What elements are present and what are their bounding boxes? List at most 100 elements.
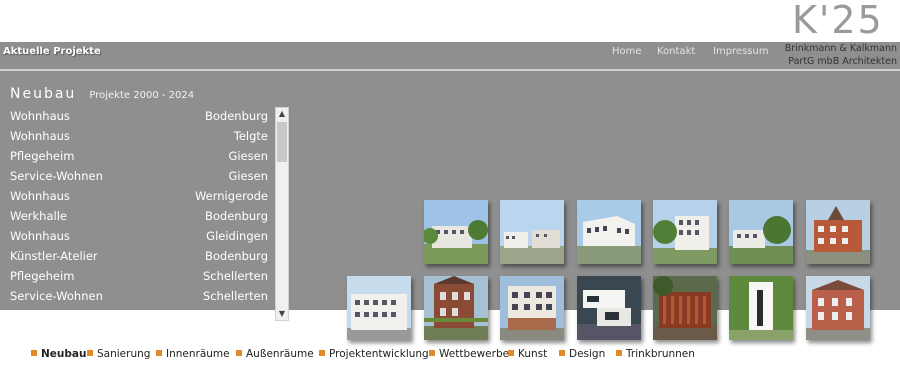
top-bar: Aktuelle Projekte Home Kontakt Impressum… [0,42,900,69]
project-thumbnail[interactable] [653,200,717,264]
project-photo [577,200,641,264]
category-label: Kunst [518,348,548,360]
project-city: Giesen [228,169,268,183]
category-trinkbrunnen[interactable]: Trinkbrunnen [616,348,695,360]
project-list-item[interactable]: Künstler-Atelier Bodenburg [0,247,270,267]
project-photo [424,200,488,264]
project-photo [577,276,641,340]
project-list-item[interactable]: Pflegeheim Giesen [0,147,270,167]
nav-home-link[interactable]: Home [612,46,642,57]
project-photo [653,200,717,264]
nav-kontakt-link[interactable]: Kontakt [657,46,695,57]
category-innenraeume[interactable]: Innenräume [156,348,230,360]
project-type: Pflegeheim [10,149,75,163]
project-type: Wohnhaus [10,229,70,243]
project-thumbnail[interactable] [806,200,870,264]
project-thumbnail[interactable] [424,200,488,264]
scroll-thumb[interactable] [277,122,287,162]
category-label: Design [569,348,606,360]
project-type: Service-Wohnen [10,289,103,303]
project-list-item[interactable]: Wohnhaus Bodenburg [0,107,270,127]
project-city: Schellerten [202,289,268,303]
project-list-scrollbar[interactable]: ▲ ▼ [275,107,289,321]
project-city: Giesen [228,149,268,163]
bullet-square-icon [508,350,514,356]
project-city: Wernigerode [194,189,268,203]
project-city: Telgte [233,129,268,143]
project-thumbnail[interactable] [653,276,717,340]
project-list-item[interactable]: Wohnhaus Telgte [0,127,270,147]
main-panel: Neubau Projekte 2000 - 2024 Wohnhaus Bod… [0,71,900,321]
category-menu: Neubau Sanierung Innenräume Außenräume P… [0,348,900,368]
firm-name-line2: PartG mbB Architekten [788,56,897,67]
category-label: Innenräume [166,348,230,360]
category-sanierung[interactable]: Sanierung [87,348,150,360]
project-thumbnail[interactable] [806,276,870,340]
nav-impressum-link[interactable]: Impressum [713,46,769,57]
category-label: Wettbewerbe [439,348,510,360]
project-photo [424,276,488,340]
section-title: Neubau [10,86,77,102]
category-neubau[interactable]: Neubau [31,348,86,360]
project-type: Werkhalle [10,209,67,223]
logo[interactable]: K'25 [792,0,900,40]
project-city: Bodenburg [204,209,268,223]
bullet-square-icon [156,350,162,356]
bullet-square-icon [559,350,565,356]
project-type: Pflegeheim [10,269,75,283]
project-thumbnail[interactable] [347,276,411,340]
project-thumbnail[interactable] [424,276,488,340]
page-title: Aktuelle Projekte [3,46,101,57]
project-city: Bodenburg [204,249,268,263]
project-list-item[interactable]: Service-Wohnen Schellerten [0,287,270,307]
category-aussenraeume[interactable]: Außenräume [236,348,314,360]
category-design[interactable]: Design [559,348,605,360]
bullet-square-icon [87,350,93,356]
project-type: Wohnhaus [10,189,70,203]
section-subtitle: Projekte 2000 - 2024 [89,90,195,101]
project-thumbnail[interactable] [500,200,564,264]
project-city: Schellerten [202,269,268,283]
firm-name-line1: Brinkmann & Kalkmann [784,43,897,54]
category-label: Außenräume [246,348,314,360]
project-list-item[interactable]: Service-Wohnen Giesen [0,167,270,187]
project-photo [653,276,717,340]
bullet-square-icon [429,350,435,356]
category-label: Sanierung [97,348,151,360]
project-list-item[interactable]: Wohnhaus Wernigerode [0,187,270,207]
scroll-down-arrow-icon[interactable]: ▼ [276,308,288,320]
scroll-up-arrow-icon[interactable]: ▲ [276,108,288,120]
category-projektentwicklung[interactable]: Projektentwicklung [319,348,429,360]
project-photo [500,276,564,340]
project-thumbnail[interactable] [577,200,641,264]
section-heading: Neubau Projekte 2000 - 2024 [10,83,194,102]
project-list-item[interactable]: Wohnhaus Gleidingen [0,227,270,247]
category-label: Neubau [41,348,87,360]
category-label: Projektentwicklung [329,348,429,360]
project-thumbnail[interactable] [500,276,564,340]
project-list-item[interactable]: Pflegeheim Schellerten [0,267,270,287]
project-photo [806,276,870,340]
project-thumbnail[interactable] [729,200,793,264]
bullet-square-icon [616,350,622,356]
project-type: Wohnhaus [10,129,70,143]
project-list: Wohnhaus Bodenburg Wohnhaus Telgte Pfleg… [0,107,290,319]
project-type: Service-Wohnen [10,169,103,183]
project-list-item[interactable]: Werkhalle Bodenburg [0,207,270,227]
page: K'25 Aktuelle Projekte Home Kontakt Impr… [0,0,900,370]
project-photo [806,200,870,264]
project-type: Wohnhaus [10,109,70,123]
project-photo [500,200,564,264]
firm-name: Brinkmann & Kalkmann PartG mbB Architekt… [785,42,897,68]
project-thumbnail[interactable] [577,276,641,340]
project-photo [729,276,793,340]
logo-text: K'25 [792,0,884,42]
category-kunst[interactable]: Kunst [508,348,547,360]
category-wettbewerbe[interactable]: Wettbewerbe [429,348,509,360]
bullet-square-icon [319,350,325,356]
project-thumbnail[interactable] [729,276,793,340]
project-photo [347,276,411,340]
project-type: Künstler-Atelier [10,249,98,263]
project-city: Gleidingen [206,229,268,243]
bullet-square-icon [236,350,242,356]
